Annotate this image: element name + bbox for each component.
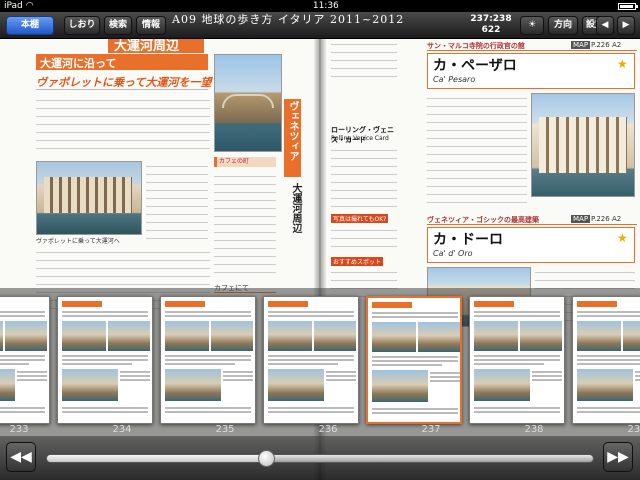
tag-photo: 写真は撮れてもOK? xyxy=(331,214,389,223)
cafe-box-text xyxy=(214,171,276,283)
subheading: ヴァポレットに乗って大運河を一望する xyxy=(36,76,234,89)
vaporetto-text xyxy=(146,161,208,247)
entry1-name: カ・ペーザロ xyxy=(433,58,517,74)
entry1-latin: Ca' Pesaro xyxy=(433,75,476,84)
page-spread-label: 237:238 xyxy=(470,14,512,24)
intro-text xyxy=(36,95,210,159)
section-heading: 大運河に沿って xyxy=(40,57,117,70)
double-chevron-left-icon: ◀◀ xyxy=(10,449,32,465)
thumbnail-page-number: 239 xyxy=(627,424,640,435)
total-pages-label: 622 xyxy=(481,25,501,35)
map-icon: MAP xyxy=(571,215,591,223)
side-heading-1-latin: Rolling Venice Card xyxy=(331,135,389,142)
next-page-button[interactable]: ▶ xyxy=(617,16,635,35)
thumbnail-strip[interactable]: 233 234 235 236 237 238 239 xyxy=(0,288,640,436)
vertical-label: 大運河周辺 xyxy=(290,183,301,233)
page-counter: 237:238 622 xyxy=(466,14,516,36)
side-text-2 xyxy=(331,225,397,255)
entry2-ref: P.226 A2 xyxy=(591,215,622,223)
thumbnail-page-number: 238 xyxy=(524,424,544,435)
star-icon: ★ xyxy=(617,231,628,245)
entry2-latin: Ca' d' Oro xyxy=(433,249,473,258)
thumbnail-page-number: 237 xyxy=(421,424,441,435)
entry2-name: カ・ドーロ xyxy=(433,232,503,248)
info-text-top xyxy=(331,39,397,85)
direction-button[interactable]: 方向 xyxy=(548,16,578,35)
slider-prev-button[interactable]: ◀◀ xyxy=(6,442,36,472)
thumbnail-page-number: 235 xyxy=(215,424,235,435)
entry1-text xyxy=(427,93,527,209)
slider-fill xyxy=(47,455,267,462)
book-title: A09 地球の歩き方 イタリア 2011~2012 xyxy=(172,13,405,26)
page-slider[interactable] xyxy=(46,450,594,467)
photo-caption: ヴァポレットに乗って大運河へ xyxy=(36,238,120,245)
side-text-1 xyxy=(331,145,397,211)
slider-knob[interactable] xyxy=(258,450,276,467)
thumbnail-page-number: 236 xyxy=(318,424,338,435)
info-button[interactable]: 情報 xyxy=(136,16,166,35)
brightness-button[interactable]: ☀ xyxy=(520,16,544,35)
bookmark-button[interactable]: しおり xyxy=(64,16,100,35)
page-thumbnail[interactable] xyxy=(263,296,359,424)
page-thumbnail[interactable] xyxy=(0,296,50,424)
page-thumbnail[interactable] xyxy=(160,296,256,424)
clock: 11:36 xyxy=(312,1,339,11)
tag-recommend: おすすめスポット xyxy=(331,257,384,266)
triangle-left-icon: ◀ xyxy=(601,20,609,30)
reader-screen: iPad ◠ 11:36 本棚 しおり 検索 情報 A09 地球の歩き方 イタリ… xyxy=(0,0,640,480)
page-thumbnail[interactable] xyxy=(57,296,153,424)
library-button[interactable]: 本棚 xyxy=(6,16,54,35)
battery-icon xyxy=(618,2,638,10)
page-thumbnail[interactable] xyxy=(572,296,640,424)
wifi-icon: ◠ xyxy=(25,1,34,11)
toolbar: 本棚 しおり 検索 情報 A09 地球の歩き方 イタリア 2011~2012 2… xyxy=(0,12,640,39)
page-slider-bar: ◀◀ ▶▶ xyxy=(0,436,640,480)
thumbnail-page-number: 233 xyxy=(9,424,29,435)
star-icon: ★ xyxy=(617,57,628,71)
status-bar: iPad ◠ 11:36 xyxy=(0,0,640,12)
page-title: 大運河周辺 xyxy=(108,39,204,54)
page-thumbnail[interactable] xyxy=(469,296,565,424)
sun-icon: ☀ xyxy=(527,20,537,30)
double-chevron-right-icon: ▶▶ xyxy=(607,449,629,465)
page-thumbnail[interactable] xyxy=(366,296,462,424)
search-button[interactable]: 検索 xyxy=(104,16,132,35)
cafe-box-heading: カフェの町 xyxy=(214,157,276,167)
prev-page-button[interactable]: ◀ xyxy=(596,16,614,35)
device-name: iPad xyxy=(4,1,23,11)
triangle-right-icon: ▶ xyxy=(622,20,630,30)
side-tab: ヴェネツィア xyxy=(284,99,301,177)
entry1-ref: P.226 A2 xyxy=(591,41,622,49)
thumbnail-page-number: 234 xyxy=(112,424,132,435)
slider-next-button[interactable]: ▶▶ xyxy=(603,442,633,472)
map-icon: MAP xyxy=(571,41,591,49)
